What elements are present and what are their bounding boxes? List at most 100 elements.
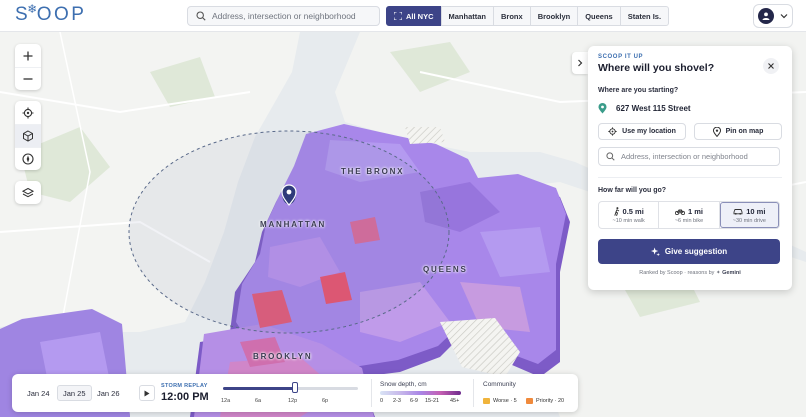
button-label: Give suggestion (664, 247, 728, 256)
panel-title: Where will you shovel? (598, 62, 715, 74)
distance-label: 0.5 mi (622, 206, 644, 216)
account-menu[interactable] (753, 4, 793, 28)
snow-depth-label: 6-9 (410, 398, 418, 404)
close-panel-button[interactable] (763, 58, 779, 74)
label-brooklyn: BROOKLYN (253, 352, 313, 361)
distance-option-bike[interactable]: 1 mi ~6 min bike (659, 202, 720, 228)
community-label: Priority · 20 (536, 398, 565, 404)
button-label: Pin on map (725, 128, 764, 135)
crosshair-icon (608, 127, 617, 136)
collapse-panel-button[interactable] (572, 52, 588, 74)
chevron-right-icon (578, 59, 583, 67)
map-pin-icon (712, 126, 721, 137)
distance-question: How far will you go? (598, 187, 667, 194)
sparkle-icon (650, 247, 660, 256)
time-slider-handle[interactable] (291, 382, 298, 393)
start-address: 627 West 115 Street (616, 104, 691, 113)
tab-all-nyc[interactable]: All NYC (386, 6, 442, 26)
top-bar: S❄OOP All NYC Manhattan Bronx Brooklyn Q… (0, 0, 806, 32)
pin-on-map-button[interactable]: Pin on map (694, 123, 782, 140)
priority-swatch (526, 398, 533, 404)
shovel-panel: SCOOP IT UP Where will you shovel? Where… (588, 46, 792, 290)
compass-button[interactable] (15, 147, 41, 170)
crosshair-icon (22, 107, 34, 118)
start-location: 627 West 115 Street (598, 103, 782, 114)
snow-depth-label: 0 (380, 398, 384, 404)
community-title: Community (483, 381, 516, 388)
distance-option-drive[interactable]: 10 mi ~30 min drive (719, 202, 779, 228)
storm-replay-bar: Jan 24 Jan 25 Jan 26 STORM REPLAY 12:00 … (12, 374, 578, 412)
tab-manhattan[interactable]: Manhattan (440, 6, 495, 26)
search-icon (606, 152, 615, 161)
snow-depth-label: 45+ (450, 398, 460, 404)
time-slider-fill (223, 387, 295, 390)
divider (371, 379, 372, 407)
header-search-input[interactable] (212, 11, 372, 21)
close-icon (768, 63, 774, 69)
community-priority[interactable]: Priority · 20 (526, 398, 564, 404)
borough-tabs: All NYC Manhattan Bronx Brooklyn Queens … (386, 6, 670, 26)
snow-depth-title: Snow depth, cm (380, 381, 427, 388)
tab-label: Bronx (501, 11, 523, 21)
day-jan-26[interactable]: Jan 26 (92, 385, 125, 401)
layer-controls (15, 181, 41, 204)
time-tick: 6p (322, 398, 329, 404)
tab-bronx[interactable]: Bronx (493, 6, 531, 26)
zoom-in-button[interactable] (15, 44, 41, 67)
use-my-location-button[interactable]: Use my location (598, 123, 686, 140)
community-worse[interactable]: Worse · 5 (483, 398, 517, 404)
app-logo[interactable]: S❄OOP (15, 2, 86, 26)
compass-icon (22, 153, 34, 165)
distance-options: 0.5 mi ~10 min walk 1 mi ~6 min bike 10 … (598, 201, 780, 229)
tab-label: Queens (585, 11, 613, 21)
fullscreen-icon (394, 12, 402, 20)
time-slider-track[interactable] (223, 387, 358, 390)
snow-depth-label: 2-3 (393, 398, 401, 404)
panel-eyebrow: SCOOP IT UP (598, 54, 644, 60)
distance-sub: ~6 min bike (674, 217, 704, 224)
button-label: Use my location (622, 128, 676, 135)
give-suggestion-button[interactable]: Give suggestion (598, 239, 780, 264)
view-controls (15, 101, 41, 170)
time-tick: 6a (255, 398, 262, 404)
distance-sub: ~10 min walk (612, 217, 645, 224)
user-icon (762, 12, 770, 20)
start-actions: Use my location Pin on map (598, 123, 782, 140)
locate-button[interactable] (15, 101, 41, 124)
replay-label: STORM REPLAY (161, 383, 208, 389)
header-search[interactable] (187, 6, 380, 26)
3d-view-button[interactable] (15, 124, 41, 147)
tab-brooklyn[interactable]: Brooklyn (529, 6, 579, 26)
day-jan-25[interactable]: Jan 25 (57, 385, 92, 401)
avatar (758, 8, 774, 24)
day-jan-24[interactable]: Jan 24 (22, 385, 55, 401)
cube-icon (23, 130, 33, 142)
zoom-out-button[interactable] (15, 67, 41, 90)
time-tick: 12a (221, 398, 231, 404)
layers-icon (22, 187, 34, 197)
ranked-text: Ranked by Scoop · reasons by (639, 270, 715, 276)
panel-search[interactable] (598, 147, 780, 166)
layers-button[interactable] (15, 181, 41, 204)
time-tick: 12p (288, 398, 298, 404)
zoom-controls (15, 44, 41, 90)
label-manhattan: MANHATTAN (260, 220, 327, 229)
tab-staten-island[interactable]: Staten Is. (619, 6, 670, 26)
distance-option-walk[interactable]: 0.5 mi ~10 min walk (599, 202, 660, 228)
tab-queens[interactable]: Queens (577, 6, 621, 26)
play-icon (144, 390, 150, 396)
ranked-note: Ranked by Scoop · reasons by ✦ Gemini (598, 270, 782, 276)
minus-icon (23, 78, 33, 80)
chevron-down-icon (780, 14, 788, 19)
worse-swatch (483, 398, 490, 404)
replay-time: 12:00 PM (161, 391, 209, 403)
snow-depth-gradient (380, 391, 461, 395)
tab-label: Staten Is. (627, 11, 662, 21)
divider (598, 177, 782, 178)
label-queens: QUEENS (423, 265, 468, 274)
car-icon (733, 208, 743, 215)
tab-label: Manhattan (448, 11, 487, 21)
play-button[interactable] (139, 385, 155, 401)
panel-search-input[interactable] (621, 152, 771, 161)
label-the-bronx: THE BRONX (341, 167, 405, 176)
